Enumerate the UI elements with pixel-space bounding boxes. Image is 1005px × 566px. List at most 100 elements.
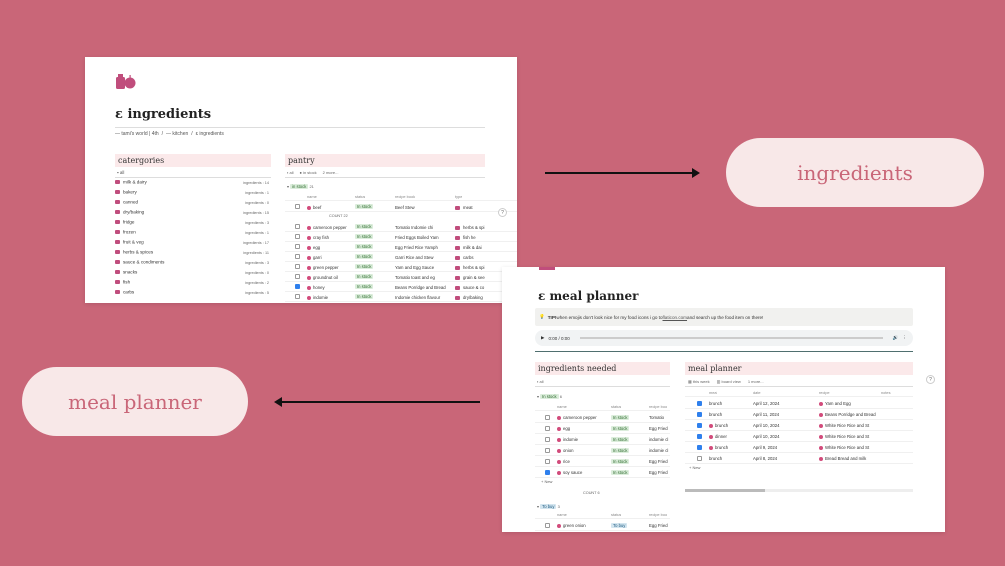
- checkbox[interactable]: [545, 415, 550, 420]
- more-options-icon[interactable]: ⋮: [903, 335, 908, 341]
- recipe-link[interactable]: Yam and Egg Sauce: [395, 265, 451, 270]
- column-header[interactable]: recipe boo: [649, 512, 667, 517]
- recipe-link[interactable]: indomie cl: [649, 437, 670, 442]
- checkbox[interactable]: [697, 412, 702, 417]
- checkbox[interactable]: [295, 224, 300, 229]
- column-header[interactable]: name: [307, 194, 317, 199]
- checkbox[interactable]: [545, 437, 550, 442]
- checkbox[interactable]: [545, 470, 550, 475]
- breadcrumb-item[interactable]: ɛ ingredients: [196, 131, 224, 137]
- recipe-link[interactable]: Fried Eggs Boiled Yam: [395, 235, 451, 240]
- table-row[interactable]: beef In stock Beef Stew meat: [285, 202, 517, 212]
- table-row[interactable]: brunch April 8, 2024 Bread Bread and milk: [685, 453, 913, 464]
- column-header[interactable]: status: [611, 512, 621, 517]
- table-row[interactable]: dinner April 10, 2024 White Rice Rice and …: [685, 431, 913, 442]
- type-link[interactable]: milk & dai: [455, 245, 495, 250]
- recipe-link[interactable]: Egg Fried: [649, 459, 670, 464]
- recipe-link[interactable]: Egg Fried: [649, 523, 670, 528]
- recipe-link[interactable]: Beef Stew: [395, 205, 451, 210]
- checkbox[interactable]: [295, 294, 300, 299]
- group-in-stock[interactable]: ▾ in stock 21: [287, 184, 314, 189]
- checkbox[interactable]: [545, 459, 550, 464]
- play-icon[interactable]: ▶: [541, 335, 544, 341]
- table-row[interactable]: onion In stock indomie cl: [535, 445, 670, 456]
- checkbox[interactable]: [545, 448, 550, 453]
- table-row[interactable]: brunch April 11, 2024 Beans Porridge and B…: [685, 409, 913, 420]
- table-row[interactable]: egg In stock Egg Fried Rice Yamph milk & da…: [285, 242, 517, 252]
- category-item[interactable]: carbs ingredients : 5: [115, 289, 271, 299]
- recipe-link[interactable]: White Rice Rice and St: [819, 445, 879, 450]
- tab-in-stock[interactable]: ● in stock: [300, 170, 317, 175]
- recipe-link[interactable]: Indomie chicken flavour: [395, 295, 451, 300]
- checkbox[interactable]: [295, 284, 300, 289]
- recipe-link[interactable]: Beans Porridge and Bread: [395, 285, 451, 290]
- checkbox[interactable]: [295, 234, 300, 239]
- checkbox[interactable]: [697, 456, 702, 461]
- recipe-link[interactable]: Tomatio Indomie chi: [395, 225, 451, 230]
- category-item[interactable]: herbs & spices ingredients : 11: [115, 249, 271, 259]
- table-row[interactable]: cray fish In stock Fried Eggs Boiled Yam fi…: [285, 232, 517, 242]
- tip-link[interactable]: flaticon.com: [663, 315, 688, 320]
- recipe-link[interactable]: White Rice Rice and St: [819, 434, 879, 439]
- table-row[interactable]: egg In stock Egg Fried: [535, 423, 670, 434]
- type-link[interactable]: dry/baking: [455, 295, 495, 300]
- table-row[interactable]: indomie In stock Indomie chicken flavour dr…: [285, 292, 517, 302]
- table-row[interactable]: green onion To buy Egg Fried: [535, 520, 670, 531]
- tab-more[interactable]: 1 more...: [748, 379, 764, 384]
- categories-tab-all[interactable]: ▪ all: [117, 170, 124, 175]
- type-link[interactable]: sauce & co: [455, 285, 495, 290]
- breadcrumb-item[interactable]: — kitchen: [166, 131, 188, 137]
- column-header[interactable]: recipe: [819, 390, 830, 395]
- checkbox[interactable]: [295, 244, 300, 249]
- volume-icon[interactable]: 🔊: [893, 335, 899, 341]
- checkbox[interactable]: [295, 264, 300, 269]
- recipe-link[interactable]: Garri Rice and Stew: [395, 255, 451, 260]
- help-button[interactable]: ?: [926, 375, 935, 384]
- recipe-link[interactable]: indomie cl: [649, 448, 670, 453]
- recipe-link[interactable]: Beans Porridge and Bread: [819, 412, 879, 417]
- column-header[interactable]: notes: [881, 390, 891, 395]
- type-link[interactable]: herbs & spi: [455, 225, 495, 230]
- column-header[interactable]: recipe book: [395, 194, 415, 199]
- category-item[interactable]: snacks ingredients : 0: [115, 269, 271, 279]
- tab-more[interactable]: 2 more...: [323, 170, 339, 175]
- help-button[interactable]: ?: [498, 208, 507, 217]
- table-row[interactable]: cameroon pepper In stock Tomatio Indomie c…: [285, 222, 517, 232]
- column-header[interactable]: meal: [709, 390, 717, 395]
- audio-player[interactable]: ▶ 0:00 / 0:00 🔊 ⋮: [535, 330, 913, 346]
- type-link[interactable]: grain & see: [455, 275, 495, 280]
- column-header[interactable]: status: [611, 404, 621, 409]
- table-row[interactable]: brunch April 10, 2024 White Rice Rice and …: [685, 420, 913, 431]
- checkbox[interactable]: [295, 274, 300, 279]
- group-to-buy[interactable]: ▾ To buy 3: [537, 504, 560, 509]
- column-header[interactable]: name: [557, 404, 567, 409]
- recipe-link[interactable]: Egg Fried: [649, 426, 670, 431]
- checkbox[interactable]: [545, 523, 550, 528]
- needed-tab-all[interactable]: ▪ all: [537, 379, 544, 384]
- table-row[interactable]: honey In stock Beans Porridge and Bread sau…: [285, 282, 517, 292]
- column-header[interactable]: status: [355, 194, 365, 199]
- category-item[interactable]: frozen ingredients : 1: [115, 229, 271, 239]
- type-link[interactable]: carbs: [455, 255, 495, 260]
- tab-all[interactable]: ▪ all: [287, 170, 294, 175]
- category-item[interactable]: bakery ingredients : 1: [115, 189, 271, 199]
- table-row[interactable]: cameroon pepper In stock Tomatio: [535, 412, 670, 423]
- column-header[interactable]: recipe boo: [649, 404, 667, 409]
- table-row[interactable]: soy sauce In stock Egg Fried: [535, 467, 670, 478]
- category-item[interactable]: fish ingredients : 2: [115, 279, 271, 289]
- recipe-link[interactable]: White Rice Rice and St: [819, 423, 879, 428]
- checkbox[interactable]: [697, 434, 702, 439]
- new-row-button[interactable]: + New: [689, 465, 700, 470]
- recipe-link[interactable]: Egg Fried Rice Yamph: [395, 245, 451, 250]
- category-item[interactable]: milk & dairy ingredients : 14: [115, 179, 271, 189]
- horizontal-scrollbar[interactable]: [685, 489, 913, 492]
- group-in-stock[interactable]: ▾ In stock 6: [537, 394, 562, 399]
- table-row[interactable]: rice In stock Egg Fried: [535, 456, 670, 467]
- recipe-link[interactable]: Egg Fried: [649, 470, 670, 475]
- category-item[interactable]: canned ingredients : 0: [115, 199, 271, 209]
- recipe-link[interactable]: Yam and Egg: [819, 401, 879, 406]
- table-row[interactable]: indomie In stock indomie cl: [535, 434, 670, 445]
- type-link[interactable]: fish he: [455, 235, 495, 240]
- table-row[interactable]: brunch April 9, 2024 White Rice Rice and S…: [685, 442, 913, 453]
- category-item[interactable]: fridge ingredients : 3: [115, 219, 271, 229]
